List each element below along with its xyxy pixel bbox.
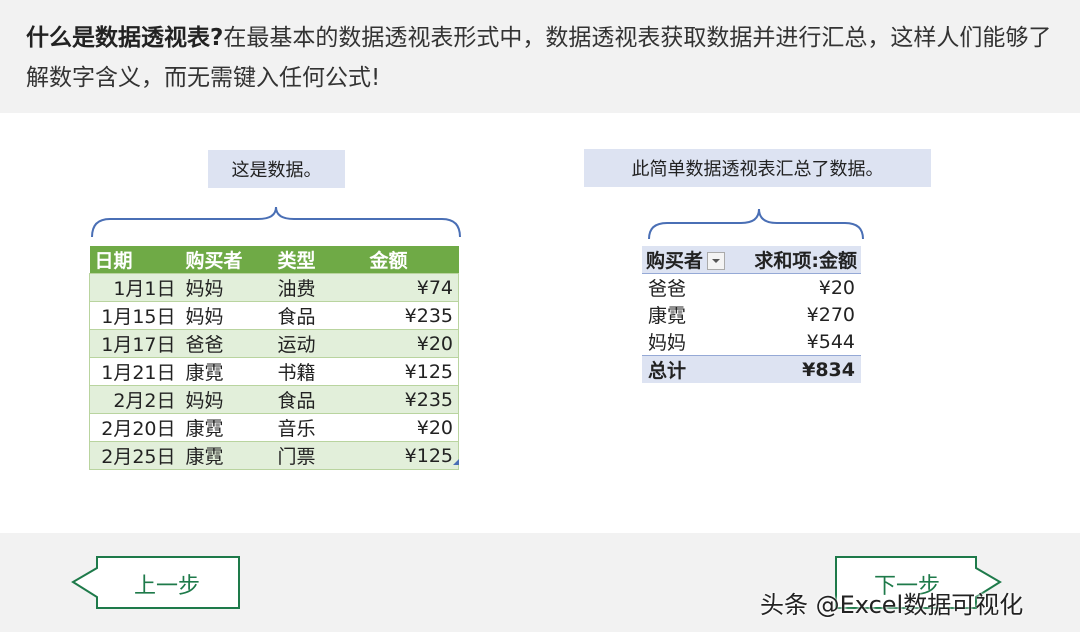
pivot-row: 爸爸 ¥20 bbox=[642, 273, 861, 301]
cell-amount[interactable]: ¥125 bbox=[364, 441, 459, 470]
pivot-total-row: 总计 ¥834 bbox=[642, 355, 861, 383]
source-header-row: 日期 购买者 类型 金额 bbox=[89, 246, 459, 274]
pivot-cell-buyer[interactable]: 康霓 bbox=[642, 301, 746, 328]
cell-type[interactable]: 书籍 bbox=[272, 357, 365, 386]
table-row: 1月21日 康霓 书籍 ¥125 bbox=[89, 357, 459, 386]
header-date[interactable]: 日期 bbox=[89, 246, 181, 274]
cell-buyer[interactable]: 康霓 bbox=[180, 357, 273, 386]
pivot-row: 康霓 ¥270 bbox=[642, 301, 861, 328]
pivot-cell-amount[interactable]: ¥270 bbox=[746, 301, 861, 328]
cell-type[interactable]: 食品 bbox=[272, 301, 365, 330]
cell-type[interactable]: 门票 bbox=[272, 441, 365, 470]
header-buyer[interactable]: 购买者 bbox=[180, 246, 273, 274]
cell-date[interactable]: 2月25日 bbox=[89, 441, 181, 470]
intro-text: 什么是数据透视表?在最基本的数据透视表形式中，数据透视表获取数据并进行汇总，这样… bbox=[26, 18, 1061, 98]
cell-buyer[interactable]: 康霓 bbox=[180, 413, 273, 442]
pivot-header-row: 购买者 求和项:金额 bbox=[642, 246, 861, 274]
pivot-callout: 此简单数据透视表汇总了数据。 bbox=[584, 149, 931, 187]
pivot-total-amount[interactable]: ¥834 bbox=[746, 355, 861, 383]
pivot-header-buyer-label: 购买者 bbox=[646, 250, 704, 272]
pivot-total-label[interactable]: 总计 bbox=[642, 355, 746, 383]
cell-amount[interactable]: ¥74 bbox=[364, 273, 459, 302]
cell-date[interactable]: 2月20日 bbox=[89, 413, 181, 442]
pivot-cell-amount[interactable]: ¥544 bbox=[746, 328, 861, 356]
pivot-brace bbox=[648, 208, 864, 240]
pivot-header-sum[interactable]: 求和项:金额 bbox=[746, 246, 861, 274]
table-row: 2月20日 康霓 音乐 ¥20 bbox=[89, 413, 459, 442]
cell-date[interactable]: 1月1日 bbox=[89, 273, 181, 302]
pivot-row: 妈妈 ¥544 bbox=[642, 328, 861, 356]
cell-type[interactable]: 音乐 bbox=[272, 413, 365, 442]
pivot-table: 购买者 求和项:金额 爸爸 ¥20 康霓 ¥270 妈妈 ¥544 总计 ¥83… bbox=[642, 246, 861, 383]
pivot-header-buyer[interactable]: 购买者 bbox=[642, 246, 746, 274]
table-row: 2月2日 妈妈 食品 ¥235 bbox=[89, 385, 459, 414]
cell-date[interactable]: 1月17日 bbox=[89, 329, 181, 358]
data-brace bbox=[91, 206, 461, 238]
pivot-cell-buyer[interactable]: 妈妈 bbox=[642, 328, 746, 356]
cell-date[interactable]: 1月15日 bbox=[89, 301, 181, 330]
cell-buyer[interactable]: 妈妈 bbox=[180, 273, 273, 302]
cell-amount[interactable]: ¥235 bbox=[364, 301, 459, 330]
table-row: 1月1日 妈妈 油费 ¥74 bbox=[89, 273, 459, 302]
cell-amount[interactable]: ¥125 bbox=[364, 357, 459, 386]
cell-date[interactable]: 2月2日 bbox=[89, 385, 181, 414]
pivot-cell-buyer[interactable]: 爸爸 bbox=[642, 273, 746, 301]
watermark: 头条 @Excel数据可视化 bbox=[760, 591, 1024, 619]
prev-button-label: 上一步 bbox=[134, 574, 201, 599]
cell-buyer[interactable]: 妈妈 bbox=[180, 385, 273, 414]
header-amount[interactable]: 金额 bbox=[364, 246, 459, 274]
filter-dropdown-icon[interactable] bbox=[707, 251, 726, 270]
cell-type[interactable]: 食品 bbox=[272, 385, 365, 414]
cell-buyer[interactable]: 爸爸 bbox=[180, 329, 273, 358]
table-row: 1月17日 爸爸 运动 ¥20 bbox=[89, 329, 459, 358]
cell-type[interactable]: 运动 bbox=[272, 329, 365, 358]
table-row: 2月25日 康霓 门票 ¥125 bbox=[89, 441, 459, 470]
pivot-cell-amount[interactable]: ¥20 bbox=[746, 273, 861, 301]
data-callout-label: 这是数据。 bbox=[231, 160, 322, 181]
pivot-callout-label: 此简单数据透视表汇总了数据。 bbox=[631, 159, 884, 180]
intro-title: 什么是数据透视表? bbox=[26, 25, 224, 51]
table-resize-handle[interactable] bbox=[453, 459, 459, 465]
cell-amount[interactable]: ¥20 bbox=[364, 329, 459, 358]
source-data-table: 日期 购买者 类型 金额 1月1日 妈妈 油费 ¥74 1月15日 妈妈 食品 … bbox=[89, 246, 459, 470]
cell-buyer[interactable]: 康霓 bbox=[180, 441, 273, 470]
cell-buyer[interactable]: 妈妈 bbox=[180, 301, 273, 330]
cell-type[interactable]: 油费 bbox=[272, 273, 365, 302]
table-row: 1月15日 妈妈 食品 ¥235 bbox=[89, 301, 459, 330]
cell-amount[interactable]: ¥20 bbox=[364, 413, 459, 442]
cell-date[interactable]: 1月21日 bbox=[89, 357, 181, 386]
header-type[interactable]: 类型 bbox=[272, 246, 365, 274]
data-callout: 这是数据。 bbox=[208, 150, 345, 188]
intro-banner: 什么是数据透视表?在最基本的数据透视表形式中，数据透视表获取数据并进行汇总，这样… bbox=[0, 0, 1080, 113]
cell-amount[interactable]: ¥235 bbox=[364, 385, 459, 414]
